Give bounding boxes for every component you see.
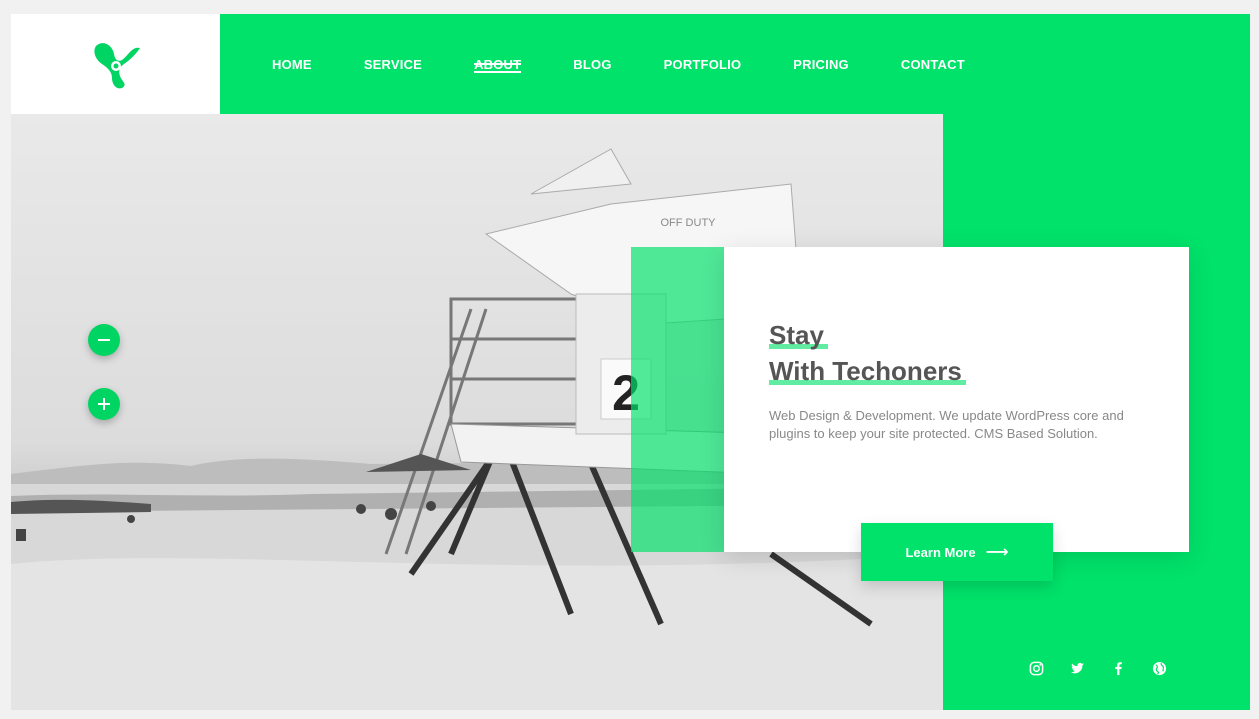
instagram-icon (1029, 661, 1043, 675)
zoom-in-button[interactable] (88, 388, 120, 420)
logo-icon (93, 43, 140, 89)
main-nav: HOME SERVICE ABOUT BLOG PORTFOLIO PRICIN… (220, 14, 965, 114)
nav-home[interactable]: HOME (272, 57, 312, 72)
facebook-link[interactable] (1109, 659, 1127, 677)
title-line-2: With Techoners (769, 353, 966, 389)
minus-icon (98, 339, 110, 341)
nav-pricing[interactable]: PRICING (793, 57, 849, 72)
twitter-icon (1070, 662, 1084, 673)
nav-about[interactable]: ABOUT (474, 57, 522, 73)
card-description: Web Design & Development. We update Word… (769, 408, 1124, 441)
nav-portfolio[interactable]: PORTFOLIO (664, 57, 742, 72)
nav-blog[interactable]: BLOG (573, 57, 611, 72)
arrow-right-icon: ⟶ (985, 544, 1009, 561)
zoom-out-button[interactable] (88, 324, 120, 356)
green-overlay (631, 247, 724, 552)
instagram-link[interactable] (1027, 659, 1045, 677)
globe-icon (1152, 661, 1166, 675)
facebook-icon (1114, 661, 1122, 675)
globe-link[interactable] (1150, 659, 1168, 677)
logo[interactable] (11, 14, 220, 114)
learn-more-button[interactable]: Learn More ⟶ (861, 523, 1053, 581)
tower-sign: OFF DUTY (661, 217, 717, 229)
social-links (1027, 659, 1191, 677)
card-title: Stay With Techoners (769, 317, 966, 389)
nav-contact[interactable]: CONTACT (901, 57, 965, 72)
nav-service[interactable]: SERVICE (364, 57, 422, 72)
twitter-link[interactable] (1068, 659, 1086, 677)
title-line-1: Stay (769, 317, 828, 353)
plus-icon (98, 398, 110, 410)
intro-card: Stay With Techoners Web Design & Develop… (724, 247, 1189, 552)
learn-more-label: Learn More (905, 544, 976, 560)
